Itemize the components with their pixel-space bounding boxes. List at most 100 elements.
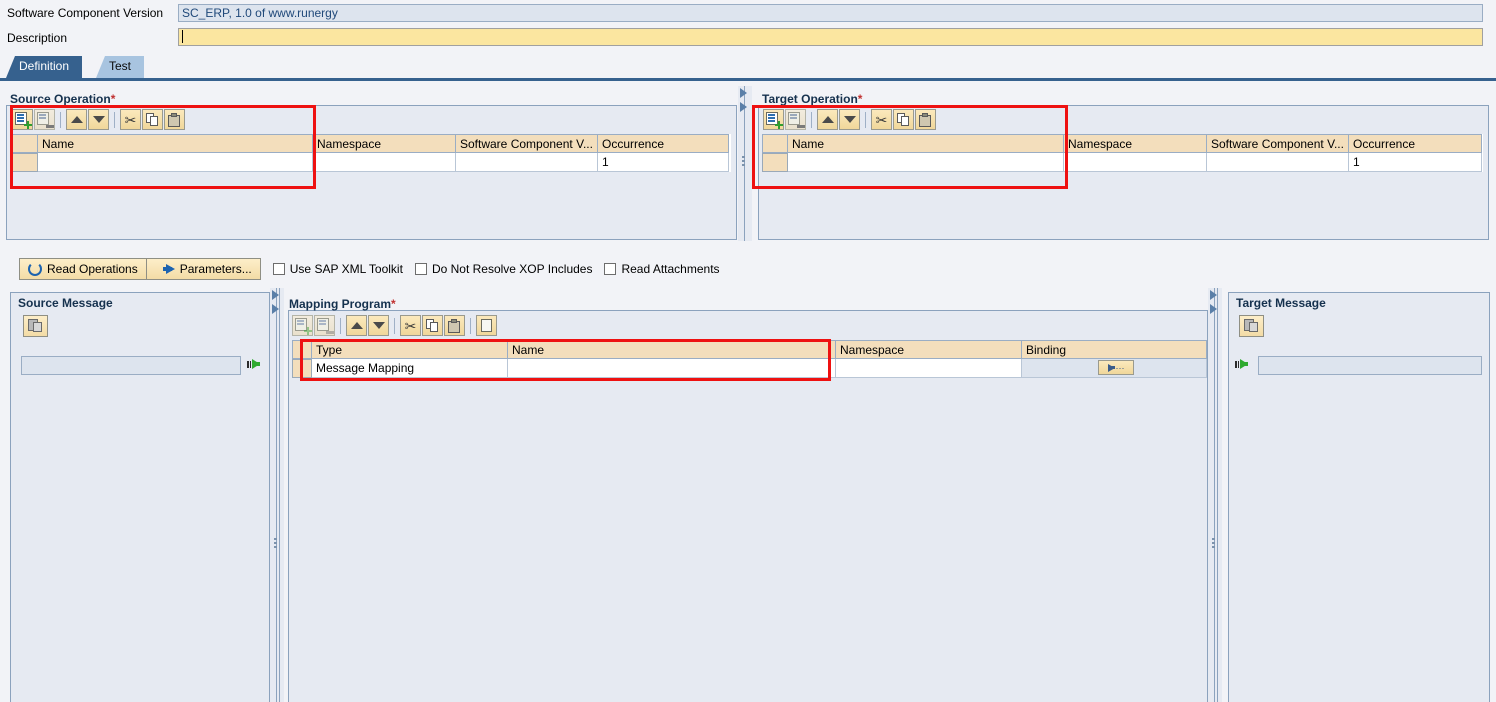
copy-icon [28, 319, 43, 333]
read-operations-button[interactable]: Read Operations [19, 258, 146, 280]
source-cut-button[interactable]: ✂ [120, 109, 141, 130]
source-operation-toolbar: ✂ [12, 109, 185, 130]
mapping-paste-button[interactable] [444, 315, 465, 336]
source-grid-header: Name Namespace Software Component V... O… [12, 134, 731, 153]
toolbar-separator [60, 111, 61, 128]
source-message-title: Source Message [18, 296, 113, 310]
binding-button[interactable]: ⋯ [1098, 360, 1134, 375]
source-copy-button[interactable] [142, 109, 163, 130]
splitter-collapse-left-icon[interactable] [740, 88, 747, 98]
toolbar-separator [470, 317, 471, 334]
source-message-arrow-icon [247, 359, 260, 369]
table-row[interactable]: 1 [12, 153, 731, 172]
source-insert-row-button[interactable] [12, 109, 33, 130]
toolbar-separator [340, 317, 341, 334]
mapping-type-cell[interactable]: Message Mapping [312, 359, 508, 378]
tab-definition[interactable]: Definition [6, 56, 83, 78]
row-selector[interactable] [762, 153, 788, 172]
description-label: Description [7, 31, 68, 45]
mapping-namespace-cell[interactable] [836, 359, 1022, 378]
mapping-program-toolbar: ✂ [292, 315, 497, 336]
target-move-down-button[interactable] [839, 109, 860, 130]
scv-label: Software Component Version [7, 6, 164, 20]
mapping-cut-button[interactable]: ✂ [400, 315, 421, 336]
mapping-grid-header: Type Name Namespace Binding [292, 340, 1207, 359]
do-not-resolve-xop-includes-checkbox[interactable]: Do Not Resolve XOP Includes [414, 262, 592, 276]
copy-target-message-button[interactable] [1239, 315, 1264, 337]
splitter-grip[interactable] [1212, 538, 1216, 550]
target-message-input[interactable] [1258, 356, 1482, 375]
tab-test[interactable]: Test [96, 56, 145, 78]
use-sap-xml-toolkit-checkbox[interactable]: Use SAP XML Toolkit [272, 262, 403, 276]
row-select-header[interactable] [762, 134, 788, 153]
target-cut-button[interactable]: ✂ [871, 109, 892, 130]
splitter-collapse-left-icon[interactable] [272, 290, 279, 300]
mapping-binding-cell[interactable]: ⋯ [1022, 359, 1207, 378]
target-copy-button[interactable] [893, 109, 914, 130]
row-select-header[interactable] [292, 340, 312, 359]
mapping-move-up-button[interactable] [346, 315, 367, 336]
checkbox-box[interactable] [414, 263, 427, 275]
mapping-delete-row-button[interactable] [314, 315, 335, 336]
copy-source-message-button[interactable] [23, 315, 48, 337]
table-row[interactable]: Message Mapping ⋯ [292, 359, 1207, 378]
source-name-cell[interactable] [38, 153, 313, 172]
source-delete-row-button[interactable] [34, 109, 55, 130]
source-paste-button[interactable] [164, 109, 185, 130]
mapping-document-button[interactable] [476, 315, 497, 336]
source-occurrence-cell[interactable]: 1 [598, 153, 729, 172]
source-operation-grid: Name Namespace Software Component V... O… [12, 134, 731, 172]
target-delete-row-button[interactable] [785, 109, 806, 130]
mapping-insert-row-button[interactable] [292, 315, 313, 336]
source-mapping-splitter[interactable] [270, 288, 284, 702]
mapping-copy-button[interactable] [422, 315, 443, 336]
target-name-cell[interactable] [788, 153, 1064, 172]
row-selector[interactable] [12, 153, 38, 172]
read-attachments-checkbox[interactable]: Read Attachments [604, 262, 720, 276]
table-row[interactable]: 1 [762, 153, 1483, 172]
splitter-collapse-right-icon[interactable] [740, 102, 747, 112]
source-move-up-button[interactable] [66, 109, 87, 130]
splitter-collapse-right-icon[interactable] [272, 304, 279, 314]
target-operation-grid: Name Namespace Software Component V... O… [762, 134, 1483, 172]
target-insert-row-button[interactable] [763, 109, 784, 130]
splitter-collapse-left-icon[interactable] [1210, 290, 1217, 300]
source-operation-title: Source Operation* [10, 92, 116, 106]
toolbar-separator [114, 111, 115, 128]
source-move-down-button[interactable] [88, 109, 109, 130]
mapping-target-splitter[interactable] [1208, 288, 1222, 702]
target-namespace-cell[interactable] [1064, 153, 1207, 172]
checkbox-box[interactable] [272, 263, 285, 275]
tabstrip: Definition Test [0, 56, 1496, 81]
parameters-button[interactable]: Parameters... [145, 258, 261, 280]
mapping-program-grid: Type Name Namespace Binding Message Mapp… [292, 340, 1207, 378]
row-selector[interactable] [292, 359, 312, 378]
source-target-splitter[interactable] [738, 86, 752, 241]
splitter-line [276, 288, 277, 702]
mapping-move-down-button[interactable] [368, 315, 389, 336]
row-select-header[interactable] [12, 134, 38, 153]
description-input[interactable] [178, 28, 1483, 46]
scv-value-field[interactable]: SC_ERP, 1.0 of www.runergy [178, 4, 1483, 22]
text-caret [182, 30, 183, 43]
target-paste-button[interactable] [915, 109, 936, 130]
header-form: Software Component Version SC_ERP, 1.0 o… [0, 0, 1496, 52]
target-occurrence-cell[interactable]: 1 [1349, 153, 1482, 172]
target-move-up-button[interactable] [817, 109, 838, 130]
splitter-grip[interactable] [742, 156, 746, 168]
source-namespace-cell[interactable] [313, 153, 456, 172]
splitter-line [279, 288, 280, 702]
target-message-panel [1228, 292, 1490, 702]
mapping-program-title: Mapping Program* [289, 297, 396, 311]
ellipsis-icon: ⋯ [1115, 362, 1125, 373]
splitter-line [1217, 288, 1218, 702]
source-message-input[interactable] [21, 356, 241, 375]
source-message-panel [10, 292, 270, 702]
splitter-grip[interactable] [274, 538, 278, 550]
mapping-name-cell[interactable] [508, 359, 836, 378]
target-scv-cell[interactable] [1207, 153, 1349, 172]
splitter-collapse-right-icon[interactable] [1210, 304, 1217, 314]
target-operation-toolbar: ✂ [763, 109, 936, 130]
source-scv-cell[interactable] [456, 153, 598, 172]
checkbox-box[interactable] [604, 263, 617, 275]
